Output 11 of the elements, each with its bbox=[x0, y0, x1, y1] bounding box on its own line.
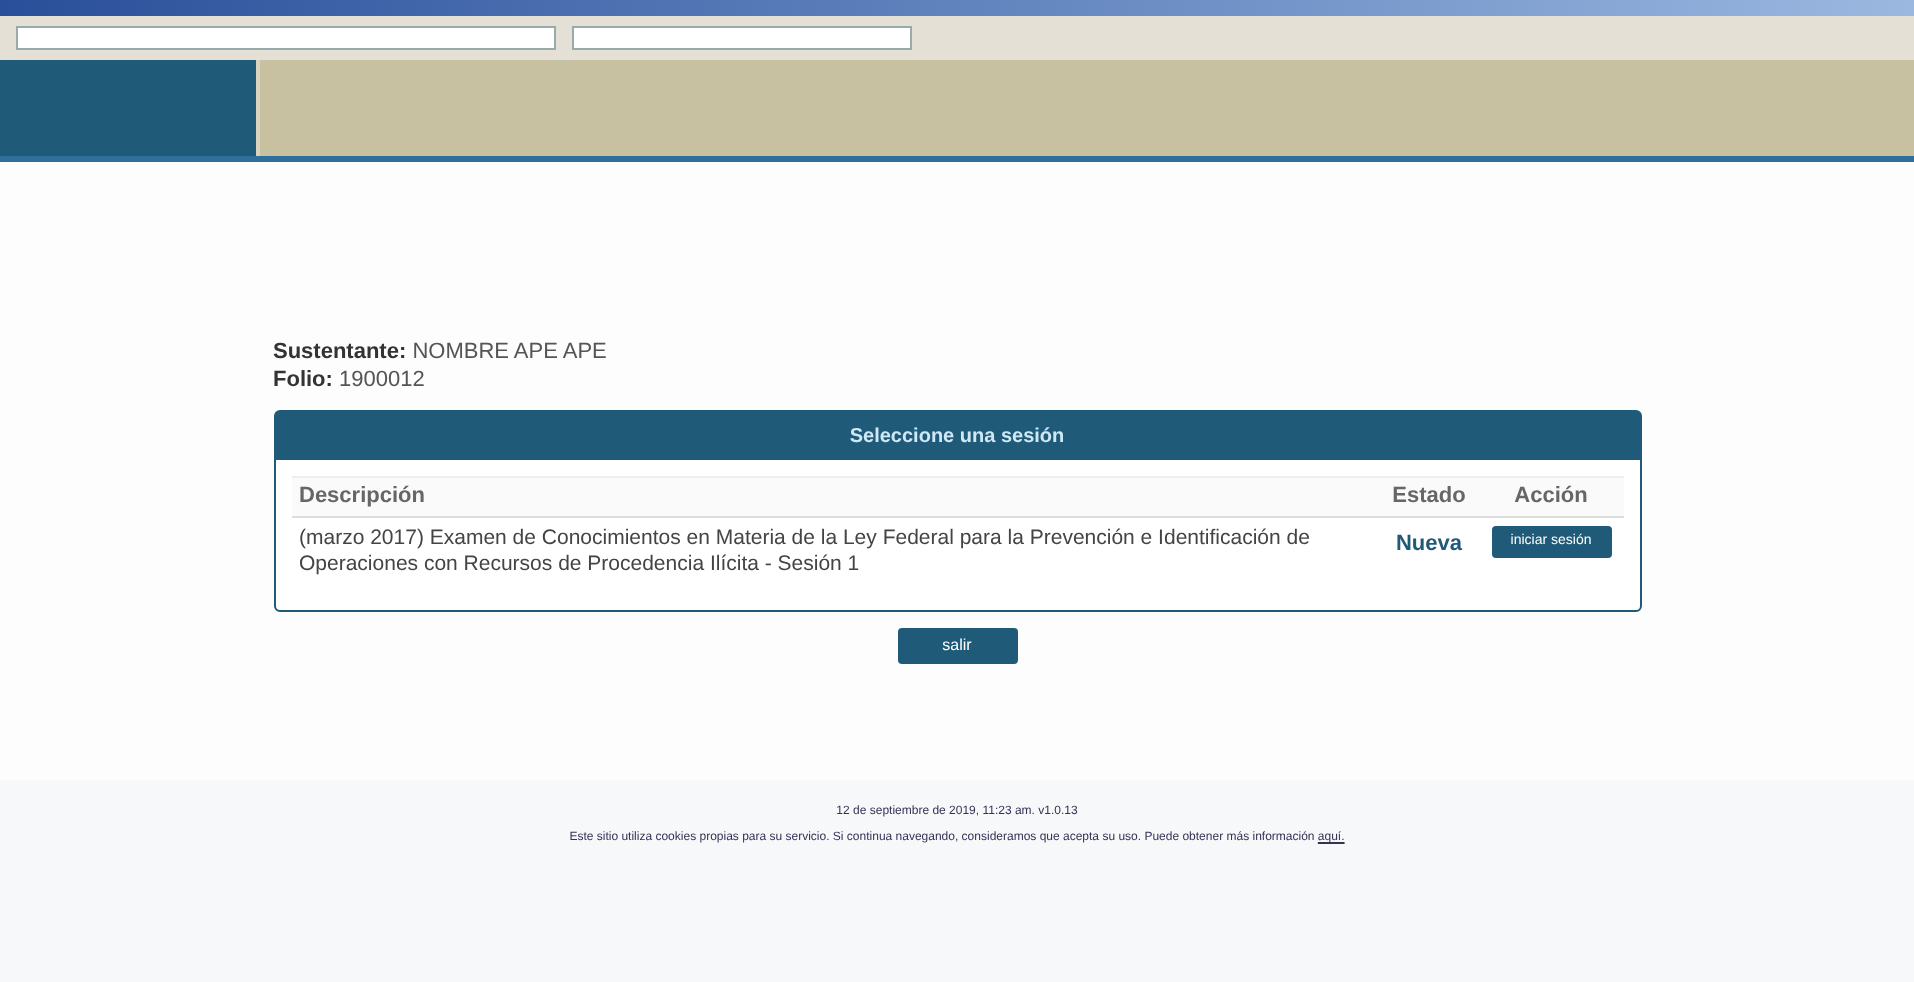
search-field[interactable] bbox=[572, 26, 912, 50]
exit-button[interactable]: salir bbox=[897, 628, 1017, 664]
candidate-name: Sustentante: NOMBRE APE APE bbox=[273, 338, 609, 366]
session-description: (marzo 2017) Examen de Conocimientos en Materia de la Ley Federal para la Prevención e Identificación de Operaciones con Recursos de Procedencia Ilícita - Sesión 1 bbox=[297, 526, 1312, 578]
panel-title: Seleccione una sesión bbox=[275, 412, 1639, 460]
folio-number: Folio: 1900012 bbox=[273, 366, 427, 394]
address-field[interactable] bbox=[16, 26, 556, 50]
session-status: Nueva bbox=[1393, 530, 1465, 560]
column-header: Descripción bbox=[297, 482, 427, 513]
column-header: Estado bbox=[1390, 482, 1468, 513]
column-header: Acción bbox=[1512, 482, 1590, 513]
